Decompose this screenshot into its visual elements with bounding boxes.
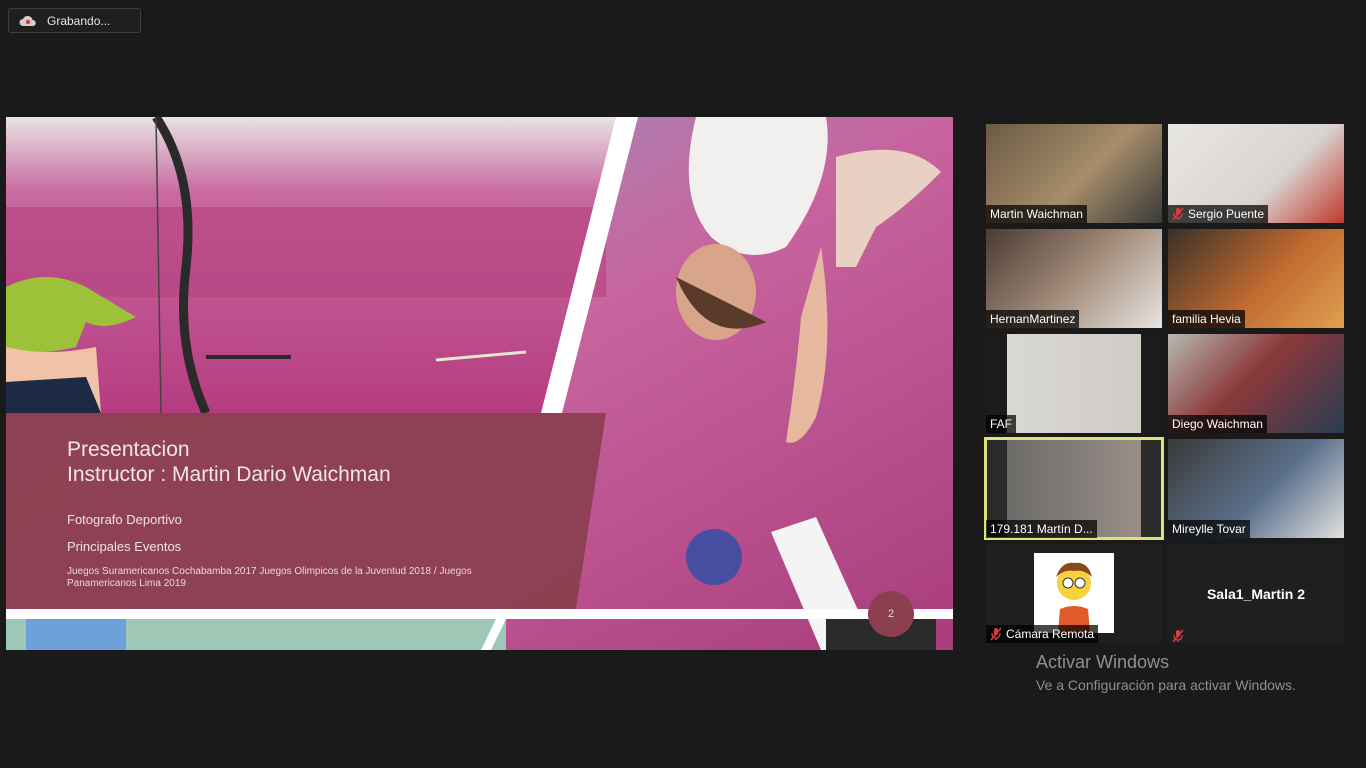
windows-activation-title: Activar Windows (1036, 652, 1170, 672)
mic-muted-icon (990, 627, 1002, 641)
mic-muted-icon (1172, 207, 1184, 221)
participant-name-bar: Martin Waichman (986, 205, 1087, 223)
participant-tile[interactable]: Mireylle Tovar (1168, 439, 1344, 538)
participant-tile[interactable]: Sergio Puente (1168, 124, 1344, 223)
participant-name: 179.181 Martín D... (990, 522, 1093, 536)
slide-line-3: Juegos Suramericanos Cochabamba 2017 Jue… (67, 566, 472, 589)
avatar (1034, 553, 1114, 633)
participant-name: Martin Waichman (990, 207, 1083, 221)
participant-name-bar: Mireylle Tovar (1168, 520, 1250, 538)
participant-name-bar: HernanMartinez (986, 310, 1080, 328)
participant-name: FAF (990, 417, 1013, 431)
participant-name-bar: Diego Waichman (1168, 415, 1267, 433)
participant-tile[interactable]: 179.181 Martín D... (984, 437, 1164, 540)
participant-name-bar: familia Hevia (1168, 310, 1245, 328)
participant-name: Sergio Puente (1188, 207, 1265, 221)
participant-tile[interactable]: familia Hevia (1168, 229, 1344, 328)
participant-tile[interactable]: Sala1_Martin 2 (1168, 544, 1344, 643)
participant-name-bar: FAF (986, 415, 1017, 433)
slide-title-line1: Presentacion (67, 438, 190, 461)
slide-line-1: Fotografo Deportivo (67, 512, 182, 527)
slide-title: Presentacion Instructor : Martin Dario W… (67, 437, 391, 487)
participant-name: Diego Waichman (1172, 417, 1263, 431)
participant-name-bar (1168, 629, 1188, 643)
participant-name-bar: Sergio Puente (1168, 205, 1269, 223)
participant-tile[interactable]: FAF (986, 334, 1162, 433)
slide-page-number: 2 (868, 591, 914, 637)
cloud-record-icon (19, 14, 37, 28)
windows-activation-subtitle: Ve a Configuración para activar Windows. (1036, 677, 1296, 693)
participant-center-name: Sala1_Martin 2 (1206, 585, 1306, 602)
participant-tile[interactable]: HernanMartinez (986, 229, 1162, 328)
participant-name: HernanMartinez (990, 312, 1076, 326)
participant-name: Mireylle Tovar (1172, 522, 1246, 536)
participant-name-bar: Cámara Remota (986, 625, 1099, 643)
participant-tile[interactable]: Cámara Remota (986, 544, 1162, 643)
participant-name: familia Hevia (1172, 312, 1241, 326)
slide-title-line2: Instructor : Martin Dario Waichman (67, 463, 391, 486)
mic-muted-icon (1172, 629, 1184, 643)
recording-label: Grabando... (47, 13, 111, 28)
participant-tile[interactable]: Diego Waichman (1168, 334, 1344, 433)
participant-name: Cámara Remota (1006, 627, 1095, 641)
participant-tile[interactable]: Martin Waichman (986, 124, 1162, 223)
participant-name-bar: 179.181 Martín D... (986, 520, 1097, 538)
shared-screen-slide: Presentacion Instructor : Martin Dario W… (6, 117, 953, 650)
slide-line-2: Principales Eventos (67, 539, 182, 554)
recording-indicator[interactable]: Grabando... (8, 8, 141, 33)
